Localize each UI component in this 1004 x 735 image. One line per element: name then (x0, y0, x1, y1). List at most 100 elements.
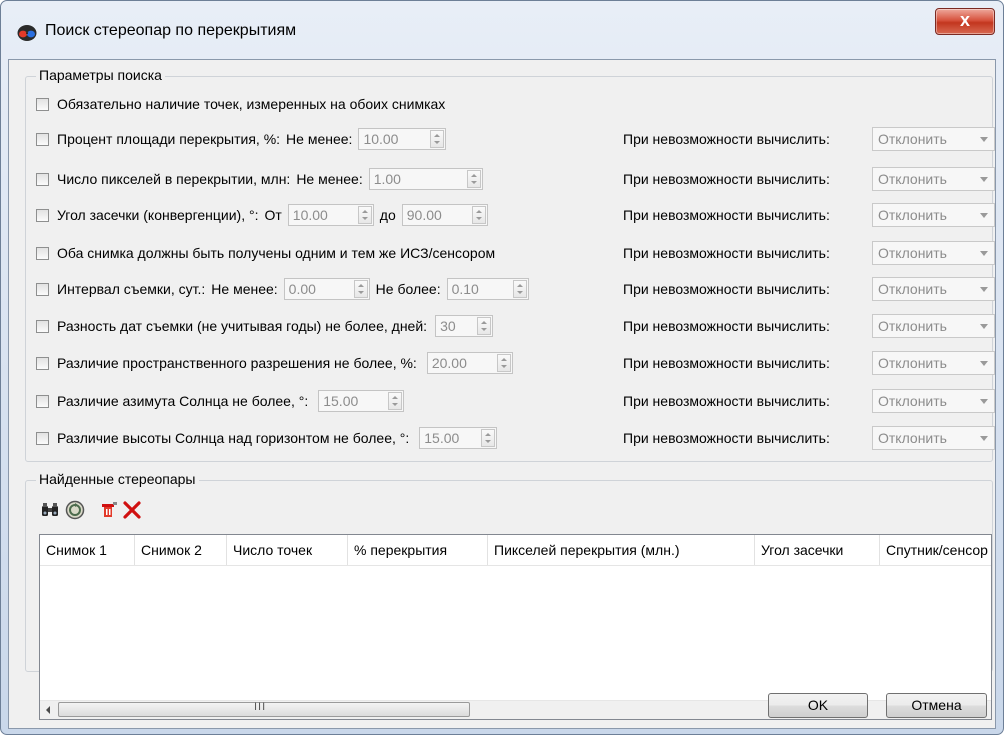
checkbox[interactable] (36, 97, 49, 111)
column-header[interactable]: Число точек (227, 535, 348, 565)
fail-action-select[interactable]: Отклонить (872, 314, 995, 338)
checkbox[interactable] (36, 431, 49, 445)
param-label: Угол засечки (конвергенции), °: (57, 207, 259, 223)
param-label: Разность дат съемки (не учитывая годы) н… (57, 318, 428, 334)
chevron-down-icon (980, 399, 988, 404)
refresh-icon[interactable] (65, 500, 85, 520)
to-label: до (379, 207, 396, 223)
param-row: Процент площади перекрытия, %: Не менее:… (36, 127, 447, 151)
thumb-grip: III (254, 701, 267, 713)
checkbox[interactable] (36, 282, 49, 296)
fail-action-select[interactable]: Отклонить (872, 389, 995, 413)
column-header[interactable]: Снимок 1 (40, 535, 135, 565)
window-title: Поиск стереопар по перекрытиям (45, 22, 297, 39)
spin-arrows-icon[interactable] (496, 354, 511, 372)
binoculars-icon[interactable] (40, 500, 60, 520)
checkbox[interactable] (36, 172, 49, 186)
fail-action-select[interactable]: Отклонить (872, 203, 995, 227)
column-header[interactable]: Пикселей перекрытия (млн.) (488, 535, 755, 565)
param-label: Число пикселей в перекрытии, млн: (57, 171, 291, 187)
fail-action-select[interactable]: Отклонить (872, 351, 995, 375)
spin-value: 0.10 (451, 281, 479, 297)
to-spinbox[interactable]: 90.00 (401, 204, 488, 226)
param-row: Оба снимка должны быть получены одним и … (36, 241, 501, 265)
from-spinbox[interactable]: 10.00 (287, 204, 374, 226)
checkbox[interactable] (36, 246, 49, 260)
param-label: Обязательно наличие точек, измеренных на… (57, 96, 446, 112)
table-header: Снимок 1 Снимок 2 Число точек % перекрыт… (40, 535, 991, 566)
spin-arrows-icon[interactable] (477, 317, 492, 335)
checkbox[interactable] (36, 132, 49, 146)
select-value: Отклонить (878, 207, 947, 223)
param-label: Процент площади перекрытия, %: (57, 131, 281, 147)
column-header[interactable]: Снимок 2 (135, 535, 227, 565)
select-value: Отклонить (878, 131, 947, 147)
column-header[interactable]: % перекрытия (348, 535, 488, 565)
spin-arrows-icon[interactable] (353, 280, 368, 298)
select-value: Отклонить (878, 318, 947, 334)
close-button[interactable]: x (935, 8, 995, 35)
param-row: Различие высоты Солнца над горизонтом не… (36, 426, 498, 450)
min-spinbox[interactable]: 1.00 (368, 168, 483, 190)
min-label: Не менее: (286, 131, 353, 147)
fail-action-select[interactable]: Отклонить (872, 277, 995, 301)
max-label: Не более: (375, 281, 441, 297)
fail-action-select[interactable]: Отклонить (872, 127, 995, 151)
checkbox[interactable] (36, 319, 49, 333)
spin-value: 15.00 (323, 393, 359, 409)
spin-arrows-icon[interactable] (466, 170, 481, 188)
select-value: Отклонить (878, 355, 947, 371)
fail-label: При невозможности вычислить: (623, 318, 830, 334)
value-spinbox[interactable]: 30 (435, 315, 494, 337)
column-header[interactable]: Спутник/сенсор (880, 535, 991, 565)
dialog-window: Поиск стереопар по перекрытиям x Парамет… (0, 0, 1004, 735)
scroll-thumb[interactable]: III (58, 701, 470, 717)
select-value: Отклонить (878, 393, 947, 409)
stereo-glasses-icon (17, 25, 37, 41)
fail-action-select[interactable]: Отклонить (872, 241, 995, 265)
select-value: Отклонить (878, 245, 947, 261)
spin-arrows-icon[interactable] (388, 392, 403, 410)
chevron-down-icon (980, 324, 988, 329)
param-label: Оба снимка должны быть получены одним и … (57, 245, 496, 261)
min-spinbox[interactable]: 10.00 (358, 128, 447, 150)
column-header[interactable]: Угол засечки (755, 535, 880, 565)
value-spinbox[interactable]: 20.00 (426, 352, 513, 374)
fail-label: При невозможности вычислить: (623, 393, 830, 409)
param-row: Число пикселей в перекрытии, млн: Не мен… (36, 167, 483, 191)
scroll-left-icon[interactable] (40, 701, 57, 718)
param-row: Различие азимута Солнца не более, °: 15.… (36, 389, 405, 413)
from-label: От (264, 207, 282, 223)
fail-label: При невозможности вычислить: (623, 171, 830, 187)
min-label: Не менее: (211, 281, 278, 297)
spin-arrows-icon[interactable] (430, 130, 445, 148)
chevron-down-icon (980, 287, 988, 292)
select-value: Отклонить (878, 171, 947, 187)
spin-arrows-icon[interactable] (512, 280, 527, 298)
checkbox[interactable] (36, 356, 49, 370)
cancel-button[interactable]: Отмена (886, 693, 987, 718)
param-row: Разность дат съемки (не учитывая годы) н… (36, 314, 494, 338)
max-spinbox[interactable]: 0.10 (446, 278, 529, 300)
value-spinbox[interactable]: 15.00 (419, 427, 498, 449)
param-row: Обязательно наличие точек, измеренных на… (36, 92, 451, 116)
clear-icon[interactable] (99, 500, 119, 520)
fail-label: При невозможности вычислить: (623, 281, 830, 297)
param-label: Различие пространственного разрешения не… (57, 355, 417, 371)
spin-arrows-icon[interactable] (357, 206, 372, 224)
min-spinbox[interactable]: 0.00 (283, 278, 370, 300)
ok-button[interactable]: OK (768, 693, 868, 718)
spin-arrows-icon[interactable] (481, 429, 496, 447)
fail-label: При невозможности вычислить: (623, 430, 830, 446)
checkbox[interactable] (36, 394, 49, 408)
value-spinbox[interactable]: 15.00 (318, 390, 405, 412)
fail-action-select[interactable]: Отклонить (872, 426, 995, 450)
fail-action-select[interactable]: Отклонить (872, 167, 995, 191)
title-bar[interactable]: Поиск стереопар по перекрытиям x (1, 1, 1003, 59)
delete-icon[interactable] (122, 500, 142, 520)
spin-value: 1.00 (373, 171, 401, 187)
checkbox[interactable] (36, 208, 49, 222)
spin-value: 15.00 (424, 430, 460, 446)
chevron-down-icon (980, 213, 988, 218)
spin-arrows-icon[interactable] (471, 206, 486, 224)
